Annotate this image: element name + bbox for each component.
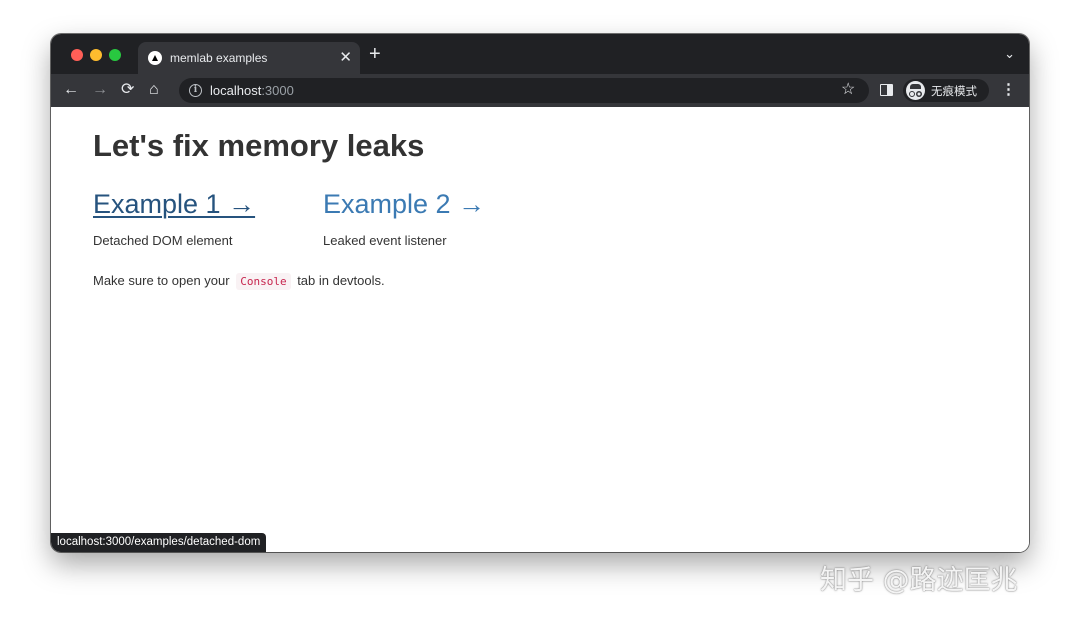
tab-search-chevron-icon[interactable]: ⌄ [1004, 47, 1015, 61]
maximize-window-button[interactable] [109, 49, 121, 61]
tab-close-icon[interactable]: ✕ [339, 49, 352, 67]
note-text-after: tab in devtools. [297, 273, 385, 288]
incognito-label: 无痕模式 [931, 83, 977, 98]
example-card-2: Example 2 → Leaked event listener [323, 189, 485, 248]
zhihu-watermark: 知乎 @路迹匡兆 [820, 565, 1018, 596]
page-title: Let's fix memory leaks [93, 128, 425, 163]
minimize-window-button[interactable] [90, 49, 102, 61]
side-panel-icon[interactable] [880, 84, 893, 96]
example-2-link[interactable]: Example 2 → [323, 189, 485, 220]
home-icon[interactable]: ⌂ [149, 80, 159, 100]
url-host: localhost [210, 83, 262, 98]
back-arrow-icon[interactable]: ← [63, 80, 79, 100]
example-2-description: Leaked event listener [323, 233, 447, 248]
triangle-favicon-icon [148, 51, 162, 65]
reload-icon[interactable]: ⟳ [121, 80, 134, 100]
example-card-1: Example 1 → Detached DOM element [93, 189, 255, 248]
tab-strip: memlab examples ✕ + ⌄ [51, 34, 1029, 74]
browser-toolbar: ← → ⟳ ⌂ i localhost :3000 ☆ 无痕模式 ⋮ [51, 74, 1029, 107]
address-bar[interactable]: i localhost :3000 [179, 78, 869, 103]
incognito-icon [906, 81, 925, 100]
browser-window: memlab examples ✕ + ⌄ ← → ⟳ ⌂ i localhos… [51, 34, 1029, 552]
link-status-bar: localhost:3000/examples/detached-dom [51, 533, 267, 552]
example-1-link[interactable]: Example 1 → [93, 189, 255, 220]
site-info-icon[interactable]: i [189, 84, 202, 97]
console-code: Console [236, 273, 291, 290]
note-text-before: Make sure to open your [93, 273, 230, 288]
tab-memlab-examples[interactable]: memlab examples ✕ [138, 42, 360, 74]
devtools-note: Make sure to open your Console tab in de… [93, 273, 385, 290]
close-window-button[interactable] [71, 49, 83, 61]
forward-arrow-icon[interactable]: → [92, 80, 108, 100]
tab-title: memlab examples [170, 51, 268, 65]
browser-menu-icon[interactable]: ⋮ [1001, 82, 1016, 98]
incognito-profile-button[interactable]: 无痕模式 [903, 79, 989, 102]
new-tab-button[interactable]: + [369, 44, 381, 64]
page-content: Let's fix memory leaks Example 1 → Detac… [51, 107, 1029, 552]
bookmark-star-icon[interactable]: ☆ [841, 78, 855, 102]
example-1-description: Detached DOM element [93, 233, 233, 248]
url-port: :3000 [261, 83, 294, 98]
